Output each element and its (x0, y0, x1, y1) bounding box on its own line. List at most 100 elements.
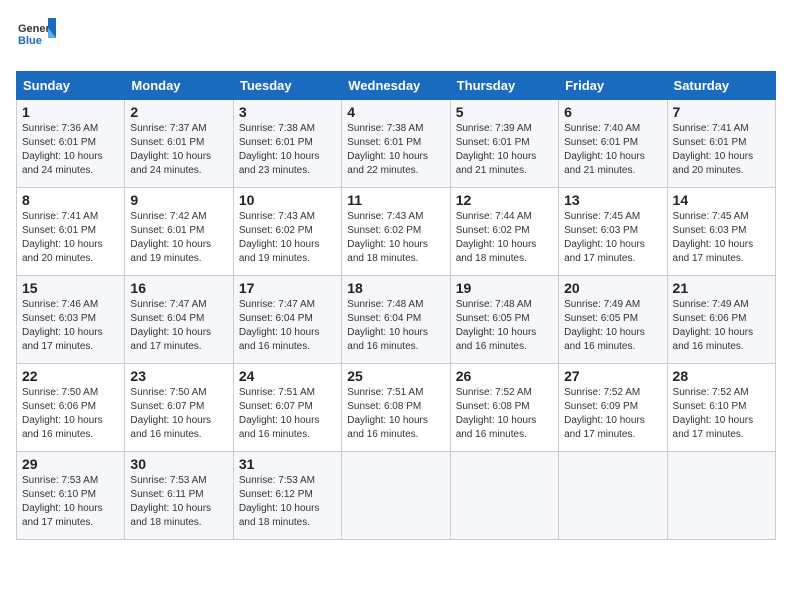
day-info: Sunrise: 7:49 AMSunset: 6:05 PMDaylight:… (564, 299, 645, 352)
day-info: Sunrise: 7:44 AMSunset: 6:02 PMDaylight:… (456, 211, 537, 264)
calendar-cell: 17 Sunrise: 7:47 AMSunset: 6:04 PMDaylig… (233, 276, 341, 364)
day-header-saturday: Saturday (667, 72, 775, 100)
day-number: 30 (130, 456, 227, 472)
calendar-cell: 25 Sunrise: 7:51 AMSunset: 6:08 PMDaylig… (342, 364, 450, 452)
day-number: 25 (347, 368, 444, 384)
calendar-cell: 6 Sunrise: 7:40 AMSunset: 6:01 PMDayligh… (559, 100, 667, 188)
logo-mark: General Blue (16, 16, 56, 61)
calendar-cell: 8 Sunrise: 7:41 AMSunset: 6:01 PMDayligh… (17, 188, 125, 276)
day-number: 20 (564, 280, 661, 296)
day-number: 18 (347, 280, 444, 296)
day-number: 24 (239, 368, 336, 384)
calendar-cell: 19 Sunrise: 7:48 AMSunset: 6:05 PMDaylig… (450, 276, 558, 364)
day-info: Sunrise: 7:43 AMSunset: 6:02 PMDaylight:… (347, 211, 428, 264)
day-info: Sunrise: 7:52 AMSunset: 6:09 PMDaylight:… (564, 387, 645, 440)
calendar-cell: 14 Sunrise: 7:45 AMSunset: 6:03 PMDaylig… (667, 188, 775, 276)
logo: General Blue (16, 16, 60, 61)
calendar-cell: 20 Sunrise: 7:49 AMSunset: 6:05 PMDaylig… (559, 276, 667, 364)
calendar-cell: 13 Sunrise: 7:45 AMSunset: 6:03 PMDaylig… (559, 188, 667, 276)
calendar-week-4: 22 Sunrise: 7:50 AMSunset: 6:06 PMDaylig… (17, 364, 776, 452)
day-info: Sunrise: 7:36 AMSunset: 6:01 PMDaylight:… (22, 123, 103, 176)
calendar-cell (559, 452, 667, 540)
day-number: 13 (564, 192, 661, 208)
page-header: General Blue (16, 16, 776, 61)
day-info: Sunrise: 7:42 AMSunset: 6:01 PMDaylight:… (130, 211, 211, 264)
calendar-cell: 22 Sunrise: 7:50 AMSunset: 6:06 PMDaylig… (17, 364, 125, 452)
day-number: 27 (564, 368, 661, 384)
svg-text:Blue: Blue (18, 35, 42, 47)
calendar-cell: 12 Sunrise: 7:44 AMSunset: 6:02 PMDaylig… (450, 188, 558, 276)
day-info: Sunrise: 7:52 AMSunset: 6:10 PMDaylight:… (673, 387, 754, 440)
day-info: Sunrise: 7:53 AMSunset: 6:12 PMDaylight:… (239, 475, 320, 528)
calendar-cell: 21 Sunrise: 7:49 AMSunset: 6:06 PMDaylig… (667, 276, 775, 364)
calendar-cell: 18 Sunrise: 7:48 AMSunset: 6:04 PMDaylig… (342, 276, 450, 364)
day-info: Sunrise: 7:38 AMSunset: 6:01 PMDaylight:… (239, 123, 320, 176)
day-number: 16 (130, 280, 227, 296)
day-number: 8 (22, 192, 119, 208)
day-info: Sunrise: 7:40 AMSunset: 6:01 PMDaylight:… (564, 123, 645, 176)
day-number: 14 (673, 192, 770, 208)
day-info: Sunrise: 7:51 AMSunset: 6:07 PMDaylight:… (239, 387, 320, 440)
day-info: Sunrise: 7:41 AMSunset: 6:01 PMDaylight:… (22, 211, 103, 264)
day-header-monday: Monday (125, 72, 233, 100)
day-number: 11 (347, 192, 444, 208)
calendar-week-3: 15 Sunrise: 7:46 AMSunset: 6:03 PMDaylig… (17, 276, 776, 364)
calendar-week-2: 8 Sunrise: 7:41 AMSunset: 6:01 PMDayligh… (17, 188, 776, 276)
day-number: 17 (239, 280, 336, 296)
day-info: Sunrise: 7:52 AMSunset: 6:08 PMDaylight:… (456, 387, 537, 440)
calendar-cell: 5 Sunrise: 7:39 AMSunset: 6:01 PMDayligh… (450, 100, 558, 188)
day-header-sunday: Sunday (17, 72, 125, 100)
day-header-thursday: Thursday (450, 72, 558, 100)
calendar-cell: 15 Sunrise: 7:46 AMSunset: 6:03 PMDaylig… (17, 276, 125, 364)
calendar-cell: 26 Sunrise: 7:52 AMSunset: 6:08 PMDaylig… (450, 364, 558, 452)
day-info: Sunrise: 7:53 AMSunset: 6:10 PMDaylight:… (22, 475, 103, 528)
calendar-cell: 24 Sunrise: 7:51 AMSunset: 6:07 PMDaylig… (233, 364, 341, 452)
calendar-cell: 3 Sunrise: 7:38 AMSunset: 6:01 PMDayligh… (233, 100, 341, 188)
day-info: Sunrise: 7:46 AMSunset: 6:03 PMDaylight:… (22, 299, 103, 352)
calendar-cell: 4 Sunrise: 7:38 AMSunset: 6:01 PMDayligh… (342, 100, 450, 188)
day-header-friday: Friday (559, 72, 667, 100)
day-number: 4 (347, 104, 444, 120)
day-number: 15 (22, 280, 119, 296)
day-info: Sunrise: 7:41 AMSunset: 6:01 PMDaylight:… (673, 123, 754, 176)
day-info: Sunrise: 7:47 AMSunset: 6:04 PMDaylight:… (239, 299, 320, 352)
calendar-cell (450, 452, 558, 540)
calendar-cell: 27 Sunrise: 7:52 AMSunset: 6:09 PMDaylig… (559, 364, 667, 452)
day-number: 28 (673, 368, 770, 384)
day-number: 23 (130, 368, 227, 384)
day-header-tuesday: Tuesday (233, 72, 341, 100)
day-info: Sunrise: 7:53 AMSunset: 6:11 PMDaylight:… (130, 475, 211, 528)
calendar-cell: 2 Sunrise: 7:37 AMSunset: 6:01 PMDayligh… (125, 100, 233, 188)
day-number: 29 (22, 456, 119, 472)
calendar-cell: 30 Sunrise: 7:53 AMSunset: 6:11 PMDaylig… (125, 452, 233, 540)
calendar-cell: 11 Sunrise: 7:43 AMSunset: 6:02 PMDaylig… (342, 188, 450, 276)
day-info: Sunrise: 7:50 AMSunset: 6:07 PMDaylight:… (130, 387, 211, 440)
day-number: 9 (130, 192, 227, 208)
day-info: Sunrise: 7:43 AMSunset: 6:02 PMDaylight:… (239, 211, 320, 264)
day-info: Sunrise: 7:45 AMSunset: 6:03 PMDaylight:… (673, 211, 754, 264)
day-number: 22 (22, 368, 119, 384)
day-number: 26 (456, 368, 553, 384)
day-info: Sunrise: 7:37 AMSunset: 6:01 PMDaylight:… (130, 123, 211, 176)
day-number: 1 (22, 104, 119, 120)
day-info: Sunrise: 7:51 AMSunset: 6:08 PMDaylight:… (347, 387, 428, 440)
calendar-cell: 9 Sunrise: 7:42 AMSunset: 6:01 PMDayligh… (125, 188, 233, 276)
day-number: 10 (239, 192, 336, 208)
day-number: 19 (456, 280, 553, 296)
calendar-cell: 31 Sunrise: 7:53 AMSunset: 6:12 PMDaylig… (233, 452, 341, 540)
day-number: 5 (456, 104, 553, 120)
calendar-cell (342, 452, 450, 540)
day-info: Sunrise: 7:45 AMSunset: 6:03 PMDaylight:… (564, 211, 645, 264)
day-info: Sunrise: 7:49 AMSunset: 6:06 PMDaylight:… (673, 299, 754, 352)
day-info: Sunrise: 7:48 AMSunset: 6:04 PMDaylight:… (347, 299, 428, 352)
calendar-cell: 10 Sunrise: 7:43 AMSunset: 6:02 PMDaylig… (233, 188, 341, 276)
day-info: Sunrise: 7:50 AMSunset: 6:06 PMDaylight:… (22, 387, 103, 440)
calendar-week-1: 1 Sunrise: 7:36 AMSunset: 6:01 PMDayligh… (17, 100, 776, 188)
day-header-wednesday: Wednesday (342, 72, 450, 100)
day-number: 21 (673, 280, 770, 296)
day-number: 6 (564, 104, 661, 120)
day-number: 31 (239, 456, 336, 472)
day-number: 7 (673, 104, 770, 120)
day-number: 12 (456, 192, 553, 208)
day-number: 3 (239, 104, 336, 120)
